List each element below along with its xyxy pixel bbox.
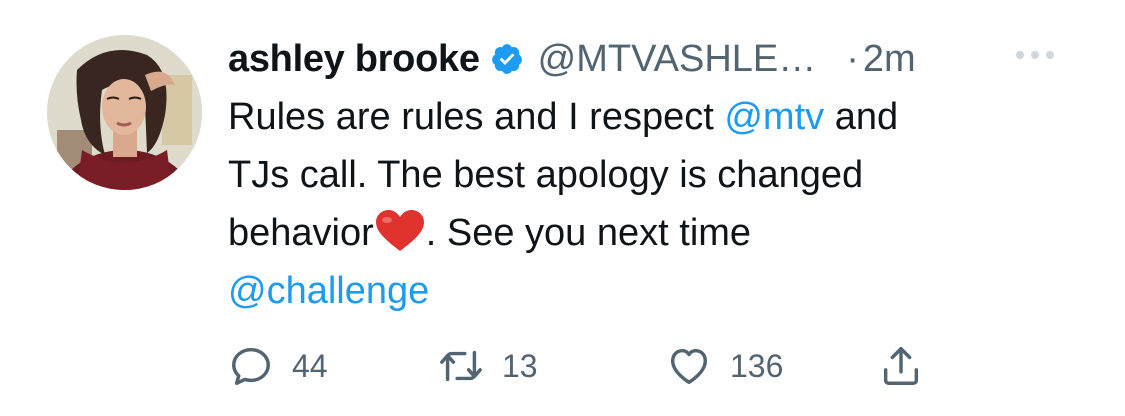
share-button[interactable] xyxy=(878,340,924,392)
reply-button[interactable]: 44 xyxy=(228,340,328,392)
retweet-icon xyxy=(440,350,482,382)
mention-link-mtv[interactable]: @mtv xyxy=(724,96,824,138)
more-icon-dot xyxy=(1031,51,1039,59)
retweet-count: 13 xyxy=(502,347,538,384)
author-handle[interactable]: @MTVASHLE… xyxy=(538,38,817,81)
more-icon-dot xyxy=(1046,51,1054,59)
avatar-image xyxy=(47,35,202,190)
tweet-text: Rules are rules and I respect @mtv and T… xyxy=(228,88,1088,320)
like-icon xyxy=(670,348,708,385)
tweet-text-segment: Rules are rules and I respect xyxy=(228,96,725,138)
tweet-header: ashley brooke @MTVASHLE… · 2m xyxy=(228,30,916,88)
share-icon xyxy=(883,347,919,385)
tweet-text-line: @challenge xyxy=(228,262,1088,320)
reply-icon xyxy=(232,347,270,385)
retweet-button[interactable]: 13 xyxy=(438,340,538,392)
author-name[interactable]: ashley brooke xyxy=(228,38,480,81)
tweet-text-line: behavior . See you next time xyxy=(228,204,1088,262)
tweet-timestamp[interactable]: 2m xyxy=(863,38,916,81)
reply-count: 44 xyxy=(292,347,328,384)
tweet-text-line: TJs call. The best apology is changed xyxy=(228,154,864,196)
tweet-text-segment: and xyxy=(824,96,899,138)
like-count: 136 xyxy=(730,347,784,384)
red-heart-emoji-icon xyxy=(374,209,426,251)
verified-badge-icon xyxy=(491,44,522,74)
tweet-text-segment: behavior xyxy=(228,212,374,254)
meta-separator: · xyxy=(846,37,859,80)
avatar[interactable] xyxy=(47,35,202,190)
tweet-card[interactable]: ashley brooke @MTVASHLE… · 2m Rules are … xyxy=(0,0,1125,416)
mention-link-challenge[interactable]: @challenge xyxy=(228,270,429,312)
tweet-text-segment: . See you next time xyxy=(425,212,752,254)
tweet-text-line: Rules are rules and I respect @mtv and xyxy=(228,88,1088,146)
more-options-button[interactable] xyxy=(1000,35,1070,75)
tweet-actions-bar: 44 13 136 xyxy=(228,340,988,392)
like-button[interactable]: 136 xyxy=(666,340,783,392)
more-icon-dot xyxy=(1016,51,1024,59)
